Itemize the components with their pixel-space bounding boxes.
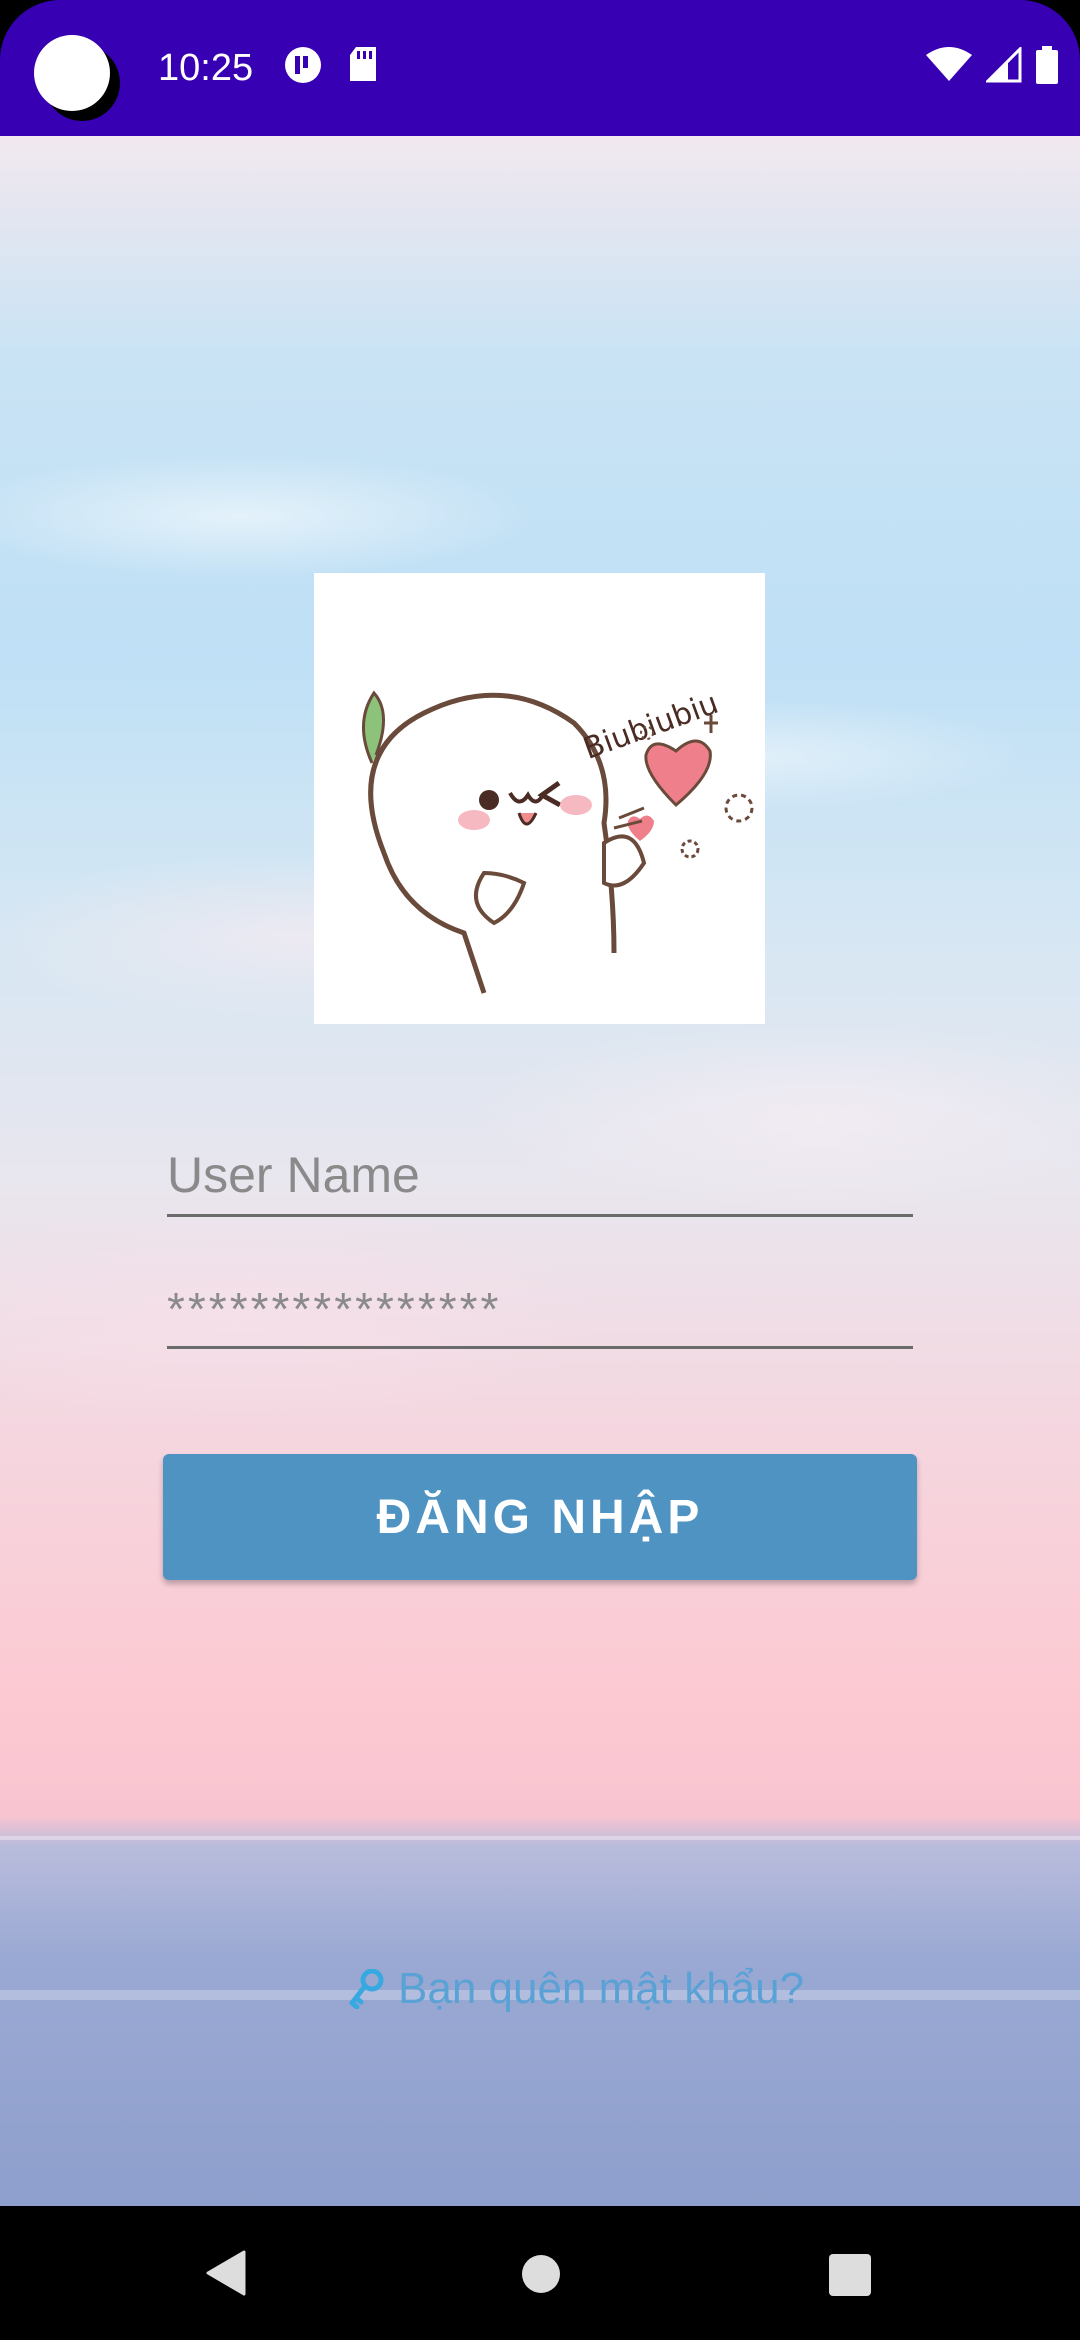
battery-icon [1036, 46, 1058, 84]
home-icon[interactable] [521, 2254, 561, 2299]
horizon-line [0, 1836, 1080, 1840]
username-field[interactable]: User Name [167, 1136, 913, 1217]
navigation-bar [0, 2206, 1080, 2340]
key-icon [348, 1969, 384, 2009]
back-icon[interactable] [204, 2250, 246, 2301]
logo-image: Biubiubiu [314, 573, 765, 1024]
status-bar: 10:25 [0, 0, 1080, 136]
status-icons-right [926, 46, 1058, 84]
status-time: 10:25 [158, 47, 254, 89]
app-screen: 10:25 Biubiubiu User Name **************… [0, 0, 1080, 2340]
camera-cutout [34, 35, 110, 111]
login-button-label: ĐĂNG NHẬP [376, 1490, 704, 1544]
forgot-password-label: Bạn quên mật khẩu? [398, 1964, 805, 2013]
cell-signal-icon [986, 47, 1022, 83]
sd-card-icon [348, 47, 378, 83]
forgot-password-link[interactable]: Bạn quên mật khẩu? [348, 1964, 804, 2014]
login-button[interactable]: ĐĂNG NHẬP [163, 1454, 917, 1580]
cartoon-blowing-kiss-image: Biubiubiu [362, 686, 754, 994]
app-notification-icon [284, 46, 322, 84]
username-placeholder: User Name [167, 1147, 420, 1203]
recents-icon[interactable] [829, 2254, 871, 2301]
password-field[interactable]: **************** [167, 1268, 913, 1349]
password-value: **************** [167, 1283, 502, 1335]
status-icons-left [284, 46, 378, 84]
wifi-icon [926, 47, 972, 83]
